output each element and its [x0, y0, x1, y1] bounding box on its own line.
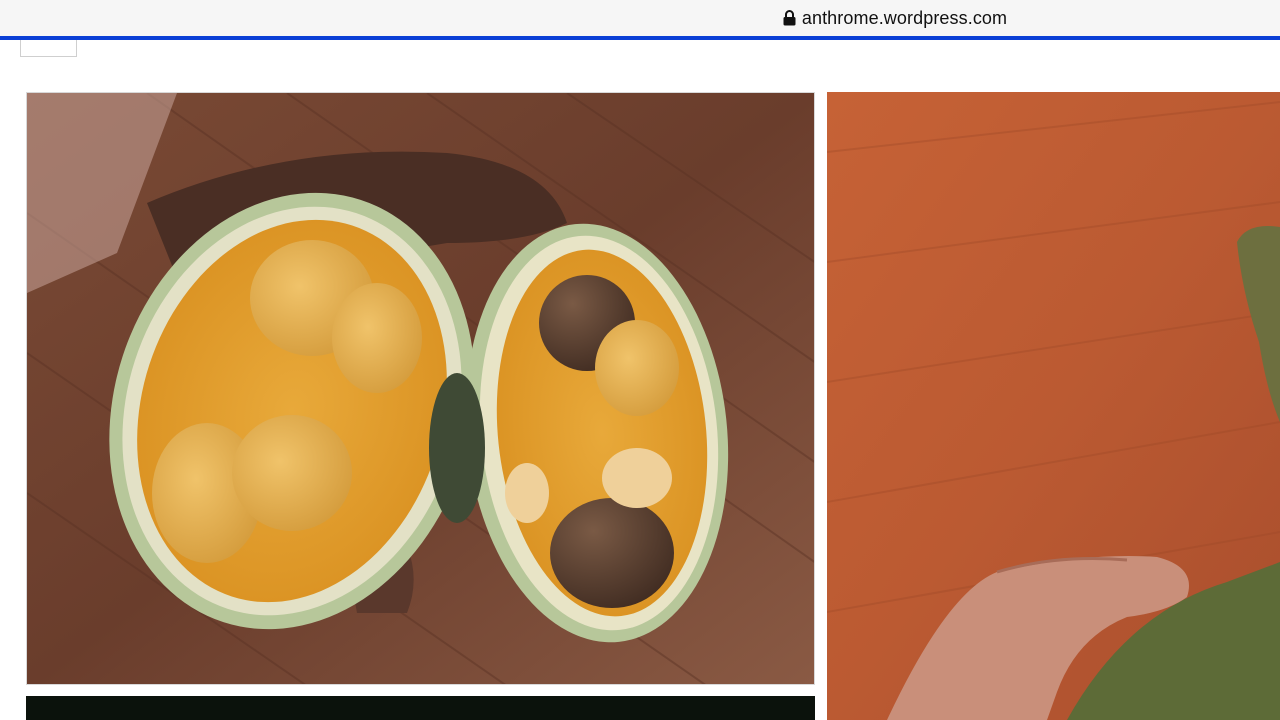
address-bar[interactable]: anthrome.wordpress.com — [0, 0, 1280, 36]
lock-icon — [783, 10, 796, 26]
page-load-progress-bar — [0, 36, 1280, 40]
page: anthrome.wordpress.com — [0, 0, 1280, 720]
photo-halved-fruit[interactable]: astavia — [26, 92, 815, 685]
url-display[interactable]: anthrome.wordpress.com — [783, 8, 1007, 29]
photo-dark-partial[interactable] — [26, 696, 815, 720]
header-box[interactable] — [20, 40, 77, 57]
photo-hand-holding-fruit[interactable] — [827, 92, 1280, 720]
url-text: anthrome.wordpress.com — [801, 7, 1008, 28]
